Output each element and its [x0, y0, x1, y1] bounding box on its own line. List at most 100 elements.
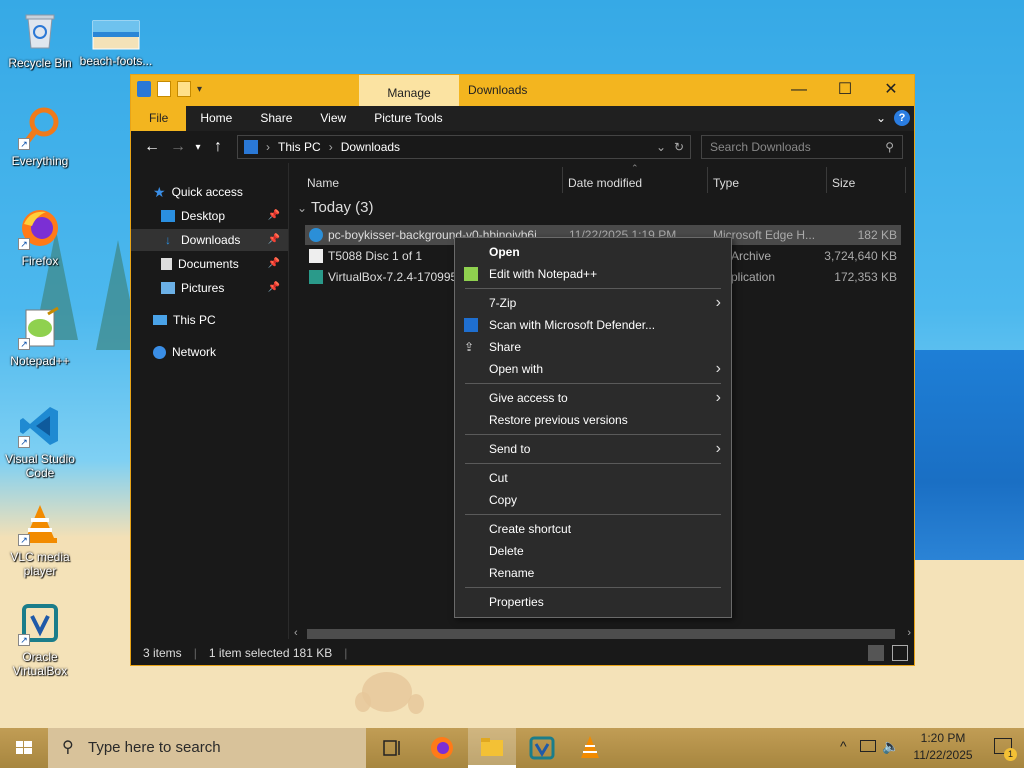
sidebar-item-documents[interactable]: Documents 📌 — [131, 253, 288, 275]
shortcut-arrow-icon: ↗ — [18, 436, 30, 448]
taskbar-virtualbox[interactable] — [518, 728, 566, 768]
menu-item-open[interactable]: Open — [455, 241, 731, 263]
address-dropdown-icon[interactable]: ⌄ — [656, 140, 666, 154]
column-separator[interactable] — [707, 167, 708, 193]
menu-item-open-with[interactable]: Open with › — [455, 358, 731, 380]
back-arrow-icon[interactable]: ← — [139, 138, 165, 156]
desktop-icon-firefox[interactable]: ↗ Firefox — [2, 206, 78, 268]
menu-item-restore-versions[interactable]: Restore previous versions — [455, 409, 731, 431]
column-header-date[interactable]: Date modified — [568, 171, 642, 195]
tab-home[interactable]: Home — [186, 106, 246, 131]
desktop-icon-recycle-bin[interactable]: Recycle Bin — [2, 8, 78, 70]
image-file-icon — [92, 20, 140, 50]
horizontal-scrollbar[interactable]: ‹ › — [291, 627, 914, 641]
taskbar-file-explorer[interactable] — [468, 728, 516, 768]
status-bar: 3 items | 1 item selected 181 KB | — [131, 641, 914, 665]
status-separator: | — [344, 646, 348, 660]
forward-arrow-icon[interactable]: → — [165, 138, 191, 156]
sidebar-item-desktop[interactable]: Desktop 📌 — [131, 205, 288, 227]
sidebar-item-label: Quick access — [171, 185, 243, 199]
menu-item-label: Open with — [489, 362, 544, 376]
scroll-left-icon[interactable]: ‹ — [294, 627, 298, 639]
tab-file[interactable]: File — [131, 106, 187, 131]
column-separator[interactable] — [826, 167, 827, 193]
network-icon[interactable] — [860, 740, 876, 752]
desktop-icon-beach-image[interactable]: beach-foots... — [78, 20, 154, 68]
details-view-icon[interactable] — [868, 645, 884, 661]
menu-item-cut[interactable]: Cut — [455, 467, 731, 489]
tab-picture-tools[interactable]: Picture Tools — [360, 106, 456, 131]
close-button[interactable]: ✕ — [868, 75, 914, 106]
tab-manage[interactable]: Manage — [359, 75, 459, 106]
menu-item-send-to[interactable]: Send to › — [455, 438, 731, 460]
menu-item-edit-notepadpp[interactable]: Edit with Notepad++ — [455, 263, 731, 285]
sidebar-item-quick-access[interactable]: ★ Quick access — [153, 181, 243, 203]
menu-item-give-access[interactable]: Give access to › — [455, 387, 731, 409]
desktop-icon-vlc[interactable]: ↗ VLC media player — [2, 502, 78, 578]
menu-item-copy[interactable]: Copy — [455, 489, 731, 511]
menu-item-delete[interactable]: Delete — [455, 540, 731, 562]
start-button[interactable] — [0, 728, 48, 768]
menu-item-share[interactable]: ⇪ Share — [455, 336, 731, 358]
chevron-down-icon: ⌄ — [297, 201, 308, 215]
scrollbar-thumb[interactable] — [307, 629, 895, 639]
downloads-folder-icon — [137, 81, 151, 97]
maximize-button[interactable]: ☐ — [822, 75, 868, 106]
volume-muted-icon[interactable]: 🔈 — [882, 738, 899, 755]
sidebar-item-network[interactable]: Network — [153, 341, 216, 363]
column-header-type[interactable]: Type — [713, 171, 739, 195]
help-icon[interactable]: ? — [894, 110, 910, 126]
title-bar: ▾ Manage Downloads — ☐ ✕ — [131, 75, 914, 106]
pin-icon: 📌 — [267, 282, 280, 293]
sidebar-item-this-pc[interactable]: This PC — [153, 309, 216, 331]
expand-ribbon-icon[interactable]: ⌄ — [876, 111, 886, 125]
sidebar-item-downloads[interactable]: ↓ Downloads 📌 — [131, 229, 288, 251]
show-hidden-icons-icon[interactable]: ^ — [840, 738, 847, 754]
menu-item-7zip[interactable]: 7-Zip › — [455, 292, 731, 314]
taskbar-search-box[interactable]: ⚲ Type here to search — [48, 728, 366, 768]
search-icon: ⚲ — [885, 140, 894, 154]
desktop-icon-virtualbox[interactable]: ↗ Oracle VirtualBox — [2, 602, 78, 678]
customize-qat-icon[interactable]: ▾ — [197, 84, 202, 95]
desktop-icon-everything[interactable]: ↗ Everything — [2, 106, 78, 168]
notepadpp-icon: ↗ — [18, 306, 62, 350]
desktop-icon-vscode[interactable]: ↗ Visual Studio Code — [2, 404, 78, 480]
menu-item-rename[interactable]: Rename — [455, 562, 731, 584]
properties-icon[interactable] — [157, 81, 171, 97]
desktop-icon-notepadpp[interactable]: ↗ Notepad++ — [2, 306, 78, 368]
folder-icon — [481, 738, 503, 756]
group-header-today[interactable]: ⌄ Today (3) — [297, 199, 374, 216]
column-header-size[interactable]: Size — [832, 171, 855, 195]
breadcrumb-downloads[interactable]: Downloads — [341, 140, 400, 154]
clock[interactable]: 1:20 PM 11/22/2025 — [908, 731, 978, 762]
column-separator[interactable] — [562, 167, 563, 193]
new-folder-icon[interactable] — [177, 81, 191, 97]
menu-item-create-shortcut[interactable]: Create shortcut — [455, 518, 731, 540]
breadcrumb-this-pc[interactable]: This PC — [278, 140, 321, 154]
menu-item-scan-defender[interactable]: Scan with Microsoft Defender... — [455, 314, 731, 336]
tab-view[interactable]: View — [306, 106, 360, 131]
address-bar[interactable]: › This PC › Downloads ⌄ ↻ — [237, 135, 691, 159]
large-icons-view-icon[interactable] — [892, 645, 908, 661]
submenu-arrow-icon: › — [715, 360, 721, 377]
taskbar-firefox[interactable] — [418, 728, 466, 768]
scroll-right-icon[interactable]: › — [907, 627, 911, 639]
column-header-name[interactable]: Name — [307, 171, 339, 195]
recent-locations-icon[interactable]: ▾ — [191, 142, 205, 153]
search-input[interactable]: Search Downloads ⚲ — [701, 135, 903, 159]
tab-share[interactable]: Share — [246, 106, 306, 131]
column-separator[interactable] — [905, 167, 906, 193]
up-arrow-icon[interactable]: ↑ — [205, 138, 231, 156]
sidebar-item-pictures[interactable]: Pictures 📌 — [131, 277, 288, 299]
taskbar-vlc[interactable] — [566, 728, 614, 768]
notepadpp-icon — [464, 267, 478, 281]
task-view-button[interactable] — [368, 728, 416, 768]
shortcut-arrow-icon: ↗ — [18, 238, 30, 250]
file-size: 3,724,640 KB — [824, 249, 897, 263]
menu-item-properties[interactable]: Properties — [455, 591, 731, 613]
desktop-icon-label: Firefox — [21, 254, 59, 268]
minimize-button[interactable]: — — [776, 75, 822, 106]
refresh-icon[interactable]: ↻ — [674, 140, 684, 154]
search-placeholder: Search Downloads — [710, 140, 811, 154]
search-icon: ⚲ — [62, 739, 74, 756]
